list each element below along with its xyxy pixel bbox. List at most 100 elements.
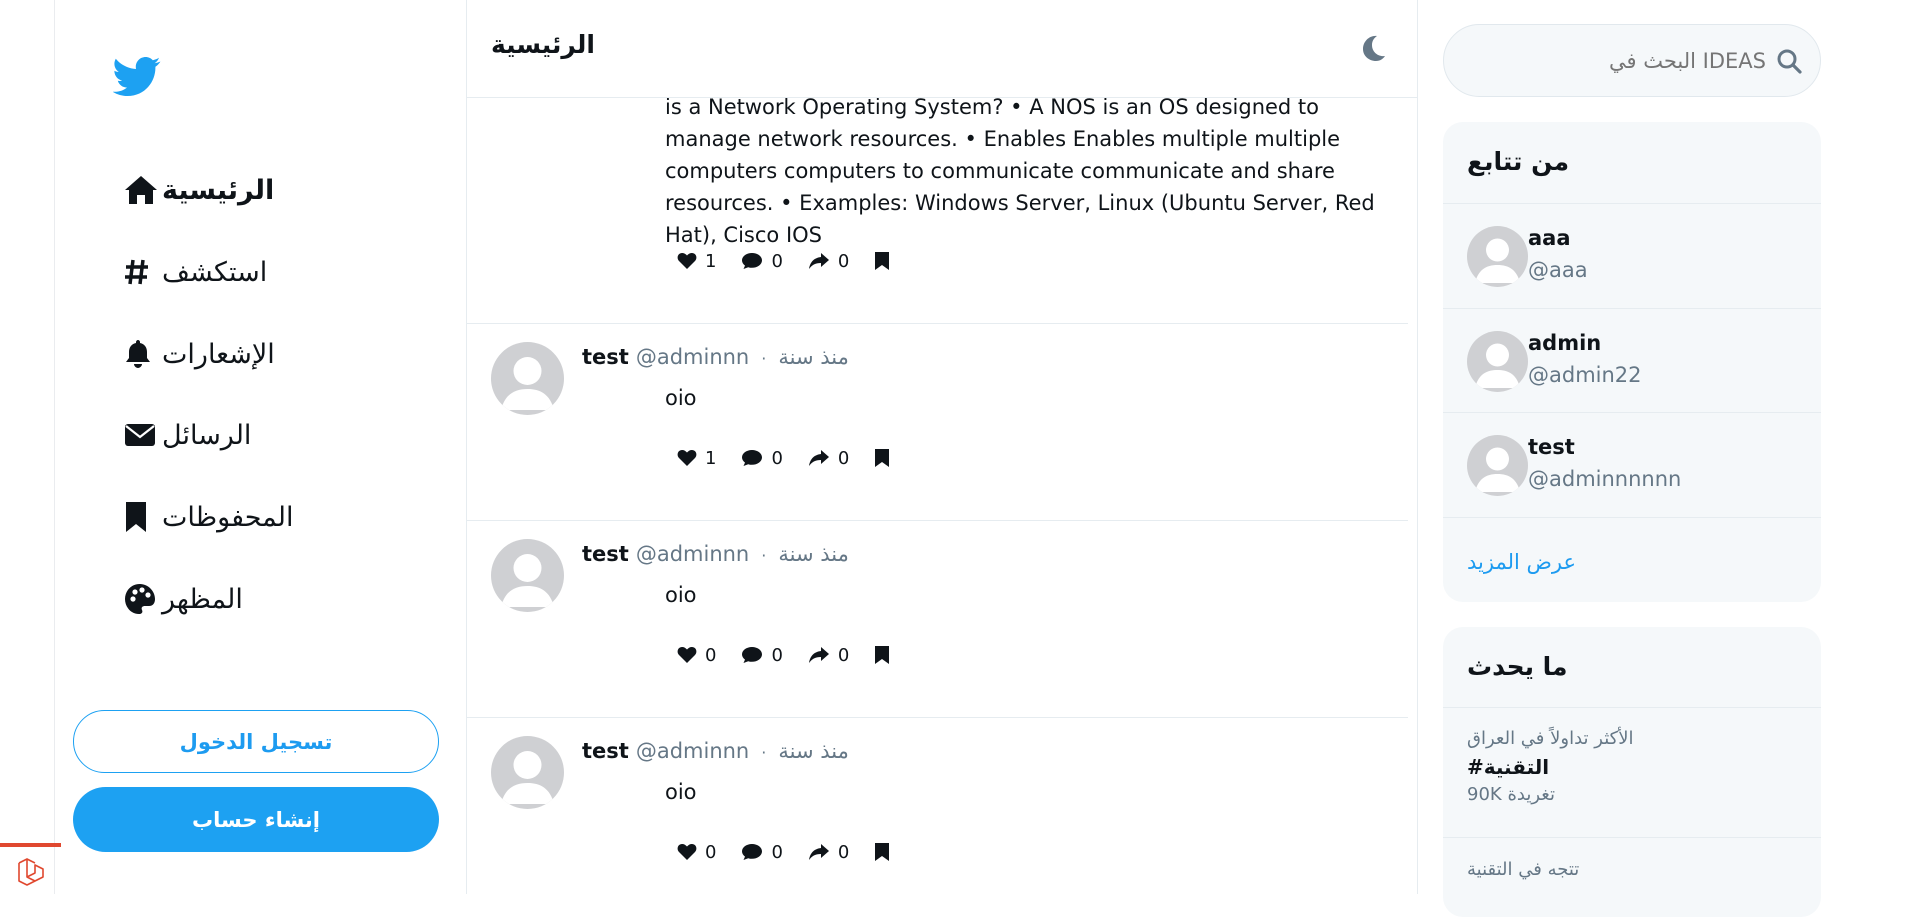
comment-button[interactable]: 0 — [741, 842, 783, 863]
nav-item-appearance[interactable]: المظهر — [124, 575, 243, 623]
user-handle: @admin22 — [1528, 363, 1642, 387]
heart-icon — [677, 252, 697, 269]
moon-icon[interactable] — [1357, 33, 1387, 63]
tweet-author-handle[interactable]: @adminnn — [636, 542, 749, 566]
comment-button[interactable]: 0 — [741, 448, 783, 469]
follow-suggestion[interactable]: test @adminnnnnn — [1443, 413, 1821, 517]
share-button[interactable]: 0 — [808, 251, 849, 272]
avatar[interactable] — [1467, 435, 1528, 496]
search-input[interactable] — [1464, 41, 1768, 81]
tweet-author-name[interactable]: test — [582, 739, 629, 763]
page-title: الرئيسية — [491, 30, 595, 59]
tweet-author-handle[interactable]: @adminnn — [636, 345, 749, 369]
heart-icon — [677, 449, 697, 466]
panel-title: من تتابع — [1467, 147, 1570, 176]
nav-label-bookmarks: المحفوظات — [162, 501, 294, 533]
avatar[interactable] — [491, 539, 564, 612]
tweet-author-name[interactable]: test — [582, 345, 629, 369]
bookmark-icon — [875, 252, 890, 270]
nav-label-home: الرئيسية — [162, 174, 275, 206]
panel-divider — [1443, 837, 1821, 838]
bookmark-button[interactable] — [874, 251, 898, 271]
comment-icon — [742, 647, 763, 663]
share-icon — [808, 450, 829, 466]
bookmark-button[interactable] — [874, 448, 898, 468]
follow-suggestion[interactable]: admin @admin22 — [1443, 309, 1821, 413]
tweet-actions: 0 0 0 — [677, 641, 923, 669]
nav-item-notifications[interactable]: الإشعارات — [124, 330, 275, 378]
signup-button[interactable]: إنشاء حساب — [73, 787, 439, 852]
heart-icon — [677, 843, 697, 860]
column-divider — [1417, 0, 1418, 894]
share-button[interactable]: 0 — [808, 842, 849, 863]
search-box[interactable] — [1443, 24, 1821, 97]
avatar[interactable] — [1467, 331, 1528, 392]
laravel-logo-icon[interactable] — [15, 856, 49, 890]
trend-item[interactable]: الأكثر تداولاً في العراق #التقنية 90K تغ… — [1467, 728, 1797, 805]
user-name: admin — [1528, 331, 1602, 355]
tweet-header: test @adminnn · منذ سنة — [582, 739, 849, 769]
bookmark-button[interactable] — [874, 645, 898, 665]
tweet-actions: 0 0 0 — [677, 838, 923, 866]
nav-label-explore: استكشف — [162, 256, 268, 288]
tweet-author-handle[interactable]: @adminnn — [636, 739, 749, 763]
nav-item-home[interactable]: الرئيسية — [124, 166, 274, 214]
bookmark-icon — [124, 501, 162, 533]
tweet-divider — [467, 520, 1408, 521]
search-icon[interactable] — [1776, 48, 1802, 78]
nav-label-messages: الرسائل — [162, 419, 252, 451]
trend-context: تتجه في التقنية — [1467, 859, 1580, 880]
feed-header — [467, 0, 1417, 98]
palette-icon — [124, 583, 162, 615]
debug-bar-accent — [0, 843, 61, 847]
share-count: 0 — [837, 250, 850, 272]
share-count: 0 — [837, 447, 850, 469]
twitter-logo-icon[interactable] — [112, 52, 161, 100]
nav-item-messages[interactable]: الرسائل — [124, 411, 251, 459]
comment-count: 0 — [771, 644, 783, 666]
nav-label-notifications: الإشعارات — [162, 338, 275, 370]
like-button[interactable]: 0 — [677, 842, 716, 863]
column-divider — [466, 0, 467, 894]
user-handle: @adminnnnnn — [1528, 467, 1682, 491]
nav-item-bookmarks[interactable]: المحفوظات — [124, 493, 294, 541]
like-button[interactable]: 0 — [677, 645, 716, 666]
left-edge-divider — [54, 0, 55, 894]
tweet-timestamp: منذ سنة — [778, 345, 849, 369]
share-button[interactable]: 0 — [808, 645, 849, 666]
avatar[interactable] — [491, 342, 564, 415]
panel-divider — [1443, 707, 1821, 708]
like-count: 1 — [705, 250, 717, 272]
user-handle: @aaa — [1528, 258, 1588, 282]
like-button[interactable]: 1 — [677, 251, 716, 272]
home-icon — [124, 175, 162, 205]
separator-dot: · — [761, 743, 767, 762]
separator-dot: · — [761, 349, 767, 368]
avatar[interactable] — [491, 736, 564, 809]
avatar[interactable] — [1467, 226, 1528, 287]
tweet-author-name[interactable]: test — [582, 542, 629, 566]
user-name: test — [1528, 435, 1575, 459]
like-count: 0 — [705, 644, 717, 666]
like-count: 1 — [705, 447, 717, 469]
login-button[interactable]: تسجيل الدخول — [73, 710, 439, 773]
comment-count: 0 — [771, 250, 783, 272]
hashtag-icon — [124, 258, 162, 286]
trend-item[interactable]: تتجه في التقنية — [1467, 859, 1797, 880]
nav-item-explore[interactable]: استكشف — [124, 248, 267, 296]
show-more-link[interactable]: عرض المزيد — [1467, 550, 1576, 574]
nav-label-appearance: المظهر — [162, 583, 243, 615]
panel-divider — [1443, 517, 1821, 518]
separator-dot: · — [761, 546, 767, 565]
panel-title: ما يحدث — [1467, 652, 1568, 681]
tweet-text: is a Network Operating System? • A NOS i… — [665, 95, 1375, 247]
tweet-divider — [467, 717, 1408, 718]
follow-suggestion[interactable]: aaa @aaa — [1443, 204, 1821, 308]
comment-button[interactable]: 0 — [741, 250, 783, 272]
bookmark-button[interactable] — [874, 842, 898, 862]
tweet-divider — [467, 323, 1408, 324]
share-button[interactable]: 0 — [808, 448, 849, 469]
share-icon — [808, 647, 829, 663]
comment-button[interactable]: 0 — [741, 644, 783, 666]
like-button[interactable]: 1 — [677, 448, 716, 469]
